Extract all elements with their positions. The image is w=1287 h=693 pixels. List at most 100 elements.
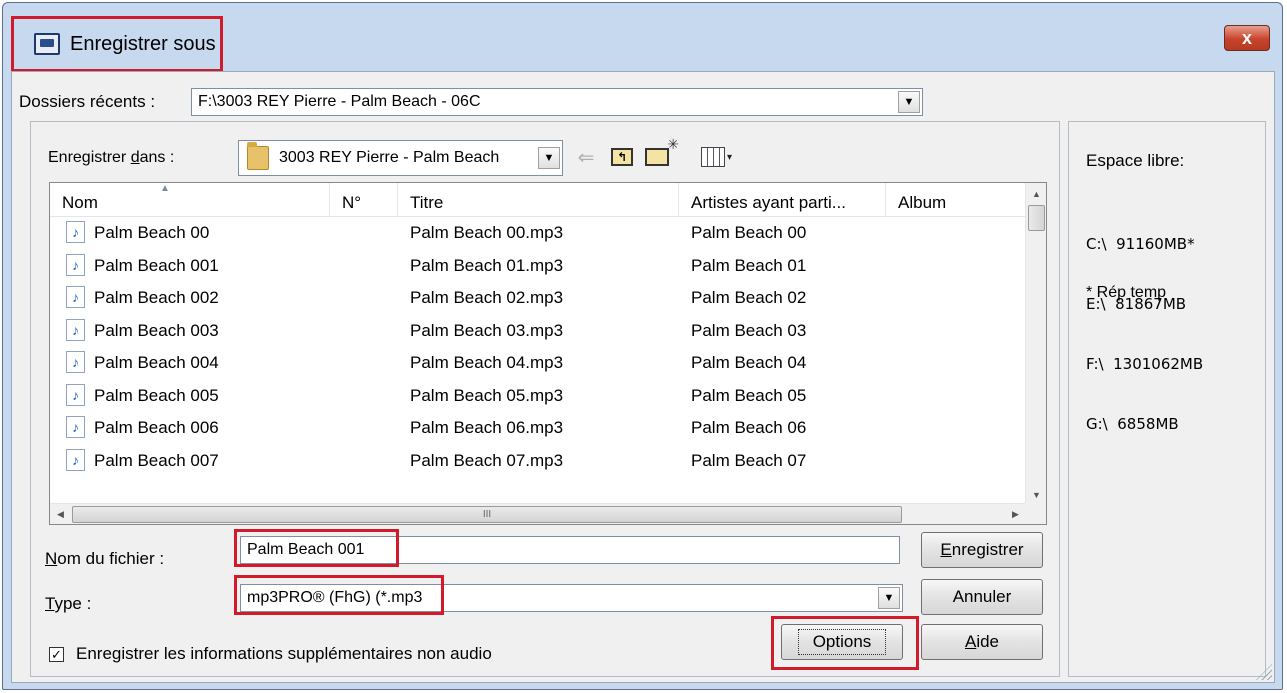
free-space-panel: Espace libre: C:\ 91160MB* E:\ 81867MB F… [1068, 121, 1266, 677]
scroll-right-icon[interactable]: ▶ [1005, 504, 1026, 524]
save-in-value: 3003 REY Pierre - Palm Beach [279, 149, 500, 166]
filename-label-accel: N [45, 549, 58, 568]
dropdown-arrow-icon[interactable]: ▼ [538, 147, 560, 169]
title-highlight-box: Enregistrer sous [11, 16, 223, 72]
file-artist: Palm Beach 04 [691, 353, 807, 372]
filename-label: Nom du fichier : [45, 549, 164, 569]
vertical-scrollbar[interactable]: ▲ ▼ [1025, 183, 1046, 505]
scroll-left-icon[interactable]: ◀ [50, 504, 71, 524]
dialog-title: Enregistrer sous [70, 32, 216, 55]
table-row[interactable]: ♪ Palm Beach 004 Palm Beach 04.mp3 Palm Bea… [50, 347, 1026, 380]
audio-file-icon: ♪ [66, 383, 85, 406]
view-menu-icon[interactable] [701, 147, 725, 167]
column-header-number[interactable]: N° [330, 183, 398, 217]
file-name: Palm Beach 002 [94, 288, 219, 307]
column-header-album[interactable]: Album [886, 183, 1026, 217]
file-artist: Palm Beach 03 [691, 320, 807, 340]
close-button[interactable]: x [1224, 25, 1270, 51]
drive-item: G:\ 6858MB [1086, 415, 1179, 433]
horizontal-scroll-thumb[interactable]: III [72, 506, 902, 523]
table-row[interactable]: ♪ Palm Beach 00 Palm Beach 00.mp3 Palm Beac… [50, 217, 1026, 250]
free-space-title: Espace libre: [1086, 151, 1185, 170]
table-row[interactable]: ♪ Palm Beach 002 Palm Beach 02.mp3 Palm Bea… [50, 282, 1026, 315]
options-button[interactable]: Options [781, 624, 903, 660]
save-in-combo[interactable]: 3003 REY Pierre - Palm Beach ▼ [238, 140, 563, 176]
table-row[interactable]: ♪ Palm Beach 007 Palm Beach 07.mp3 Palm Bea… [50, 445, 1026, 478]
drive-list: C:\ 91160MB* E:\ 81867MB F:\ 1301062MB G… [1086, 194, 1203, 474]
table-row[interactable]: ♪ Palm Beach 003 Palm Beach 03.mp3 Palm Bea… [50, 315, 1026, 348]
filename-label-post: om du fichier : [57, 549, 165, 568]
dropdown-arrow-icon[interactable]: ▼ [898, 91, 920, 113]
list-header: ▲ Nom N° Titre Artistes ayant parti... A… [50, 183, 1026, 217]
table-row[interactable]: ♪ Palm Beach 006 Palm Beach 06.mp3 Palm Bea… [50, 412, 1026, 445]
column-header-title[interactable]: Titre [398, 183, 679, 217]
folder-icon [247, 142, 269, 170]
column-header-number-label: N° [342, 193, 362, 212]
dropdown-arrow-icon[interactable]: ▼ [878, 587, 900, 609]
table-row[interactable]: ♪ Palm Beach 001 Palm Beach 01.mp3 Palm Bea… [50, 250, 1026, 283]
audio-file-icon: ♪ [66, 318, 85, 341]
browser-panel: Enregistrer dans : 3003 REY Pierre - Pal… [30, 121, 1060, 677]
save-in-label-accel: d [130, 149, 140, 166]
recent-folders-row: Dossiers récents : F:\3003 REY Pierre - … [12, 84, 932, 118]
navigation-toolbar: ⇐ ↰ ▾ [573, 136, 732, 172]
recent-folders-value: F:\3003 REY Pierre - Palm Beach - 06C [198, 93, 481, 110]
column-header-title-label: Titre [410, 193, 444, 212]
audio-file-icon: ♪ [66, 416, 85, 438]
column-header-artists[interactable]: Artistes ayant parti... [679, 183, 886, 217]
file-name: Palm Beach 007 [94, 450, 219, 470]
audio-file-icon: ♪ [66, 221, 85, 243]
file-title: Palm Beach 04.mp3 [410, 353, 564, 372]
file-name: Palm Beach 00 [94, 223, 210, 242]
help-button-label: ide [976, 632, 1000, 651]
extra-info-checkbox-label: Enregistrer les informations supplémenta… [76, 644, 492, 663]
file-name: Palm Beach 003 [94, 320, 219, 340]
file-title: Palm Beach 01.mp3 [410, 255, 564, 275]
cancel-button[interactable]: Annuler [921, 579, 1043, 615]
file-title: Palm Beach 05.mp3 [410, 385, 564, 405]
help-button[interactable]: Aide [921, 624, 1043, 660]
up-folder-icon[interactable]: ↰ [611, 148, 633, 166]
scroll-grip-icon: III [482, 509, 492, 520]
vertical-scroll-thumb[interactable] [1028, 205, 1045, 231]
table-row[interactable]: ♪ Palm Beach 005 Palm Beach 05.mp3 Palm Bea… [50, 380, 1026, 413]
close-icon: x [1241, 27, 1252, 48]
extra-info-checkbox[interactable]: ✓ [49, 646, 64, 662]
new-folder-icon[interactable] [645, 136, 679, 166]
save-button-label: nregistrer [951, 540, 1024, 559]
save-button[interactable]: Enregistrer [921, 532, 1043, 568]
scroll-up-icon[interactable]: ▲ [1026, 183, 1046, 204]
recent-folders-label: Dossiers récents : [19, 92, 156, 111]
drive-item: F:\ 1301062MB [1086, 355, 1204, 373]
column-header-artists-label: Artistes ayant parti... [691, 193, 846, 212]
back-arrow-icon[interactable]: ⇐ [573, 144, 599, 170]
save-as-dialog: Enregistrer sous x Dossiers récents : F:… [2, 2, 1283, 690]
save-in-label-pre: Enregistrer [48, 149, 131, 166]
sort-ascending-icon: ▲ [160, 183, 170, 194]
file-artist: Palm Beach 02 [691, 288, 807, 307]
scroll-down-icon[interactable]: ▼ [1026, 484, 1046, 505]
horizontal-scrollbar[interactable]: ◀ III ▶ [50, 503, 1026, 524]
filename-highlight-box [234, 529, 399, 567]
file-artist: Palm Beach 00 [691, 223, 807, 242]
file-title: Palm Beach 02.mp3 [410, 288, 564, 307]
file-name: Palm Beach 006 [94, 418, 219, 437]
type-label: Type : [45, 594, 91, 614]
file-name: Palm Beach 005 [94, 385, 219, 405]
title-bar[interactable]: Enregistrer sous x [3, 3, 1282, 72]
recent-folders-combo[interactable]: F:\3003 REY Pierre - Palm Beach - 06C ▼ [191, 88, 923, 116]
column-header-album-label: Album [898, 193, 947, 212]
view-menu-arrow-icon[interactable]: ▾ [727, 152, 732, 163]
cancel-button-label: Annuler [952, 587, 1012, 606]
extra-info-checkbox-row[interactable]: ✓ Enregistrer les informations supplémen… [49, 644, 492, 664]
audio-file-icon: ♪ [66, 351, 85, 373]
column-header-name[interactable]: ▲ Nom [50, 183, 330, 217]
app-icon [34, 33, 60, 55]
save-in-label-post: ans : [139, 149, 175, 166]
file-type-highlight-box [234, 575, 444, 615]
type-label-post: ype : [54, 594, 92, 613]
file-artist: Palm Beach 06 [691, 418, 807, 437]
file-list[interactable]: ▲ Nom N° Titre Artistes ayant parti... A… [49, 182, 1047, 525]
column-header-name-label: Nom [62, 193, 98, 212]
file-title: Palm Beach 00.mp3 [410, 223, 564, 242]
